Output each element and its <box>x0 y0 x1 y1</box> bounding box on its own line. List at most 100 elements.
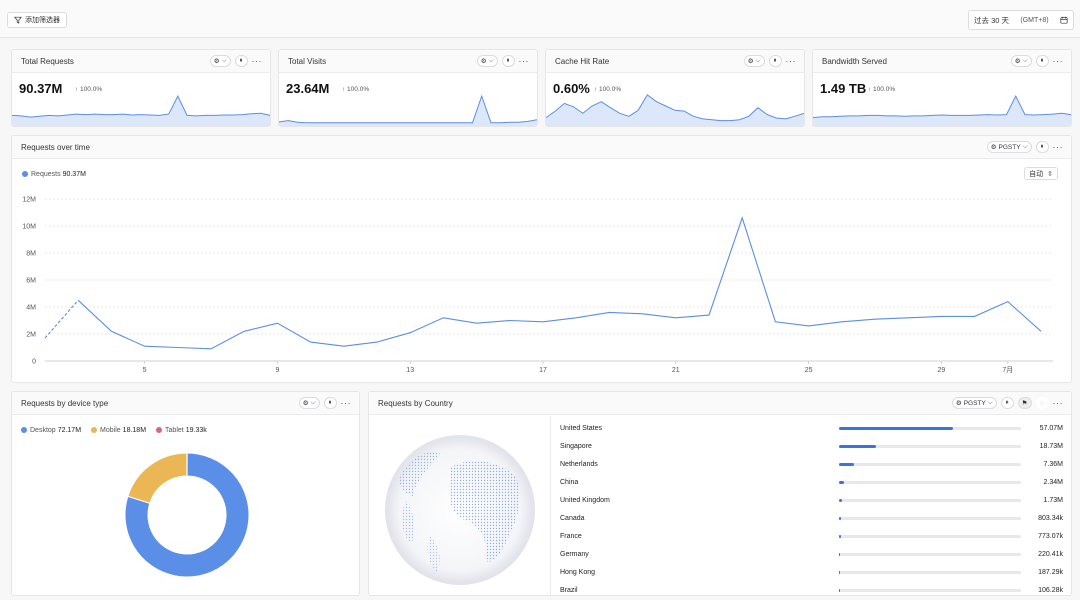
gear-dropdown-button[interactable]: ⚙ ⌵ <box>298 397 320 409</box>
more-options-icon[interactable]: ··· <box>519 56 530 66</box>
country-bar-track <box>839 426 1021 430</box>
y-tick-label: 12M <box>22 197 36 204</box>
gear-icon: ⚙ <box>1014 58 1021 65</box>
country-row[interactable]: Hong Kong 187.29k <box>551 563 1071 581</box>
gear-dropdown-button[interactable]: ⚙ ⌵ <box>209 55 231 67</box>
more-options-icon[interactable]: ··· <box>341 398 352 408</box>
sparkline-area <box>813 96 1071 126</box>
country-card: Requests by Country ⚙ PGSTY ⌵ ⏸ ⚑ ◌ ··· Un… <box>368 391 1072 596</box>
country-bar-track <box>839 498 1021 502</box>
x-tick-label: 9 <box>275 367 279 374</box>
country-row[interactable]: Canada 803.34k <box>551 509 1071 527</box>
map-view-toggle[interactable]: ⚑ <box>1017 397 1032 409</box>
gear-icon: ⚙ <box>747 58 754 65</box>
globe-icon: ◌ <box>1040 399 1044 407</box>
more-options-icon[interactable]: ··· <box>786 56 797 66</box>
country-bar-track <box>839 480 1021 484</box>
country-row[interactable]: Brazil 106.28k <box>551 581 1071 595</box>
country-name: Germany <box>560 550 589 558</box>
sparkline <box>12 94 270 126</box>
pause-button[interactable]: ⏸ <box>768 55 782 67</box>
filter-icon <box>14 16 22 24</box>
country-row[interactable]: Netherlands 7.36M <box>551 455 1071 473</box>
x-tick-label: 21 <box>672 367 680 374</box>
country-name: Brazil <box>560 586 578 594</box>
sparkline-area <box>279 96 537 126</box>
calendar-icon <box>1060 16 1068 24</box>
region-label: PGSTY <box>998 143 1021 151</box>
gear-dropdown-button[interactable]: ⚙ ⌵ <box>743 55 765 67</box>
country-row[interactable]: China 2.34M <box>551 473 1071 491</box>
country-row[interactable]: United States 57.07M <box>551 419 1071 437</box>
country-row[interactable]: Singapore 18.73M <box>551 437 1071 455</box>
add-filter-label: 添加筛选器 <box>25 17 60 24</box>
country-bar-fill <box>839 444 877 448</box>
more-options-icon[interactable]: ··· <box>252 56 263 66</box>
pause-icon: ⏸ <box>1040 57 1044 64</box>
pause-button[interactable]: ⏸ <box>1035 55 1049 67</box>
kpi-card-cache-hit-rate: Cache Hit Rate ⚙ ⌵ ⏸ ··· 0.60% ↑ 100.0% <box>545 49 805 127</box>
country-bar-fill <box>839 588 841 592</box>
gear-dropdown-button[interactable]: ⚙ ⌵ <box>1010 55 1032 67</box>
country-bar-track <box>839 588 1021 592</box>
chevron-down-icon: ⌵ <box>1022 143 1028 150</box>
country-row[interactable]: United Kingdom 1.73M <box>551 491 1071 509</box>
country-name: France <box>560 532 582 540</box>
country-bar-track <box>839 534 1021 538</box>
chart-title: Requests by Country <box>378 398 453 408</box>
country-row[interactable]: France 773.07k <box>551 527 1071 545</box>
country-bar-track <box>839 444 1021 448</box>
more-options-icon[interactable]: ··· <box>1053 56 1064 66</box>
requests-line <box>77 216 1042 350</box>
pause-icon: ⏸ <box>506 57 510 64</box>
country-bar-fill <box>839 552 841 556</box>
more-options-icon[interactable]: ··· <box>1053 398 1064 408</box>
globe-map <box>385 435 535 585</box>
chevron-down-icon: ⌵ <box>488 57 494 64</box>
chart-title: Requests by device type <box>21 398 109 408</box>
kpi-card-total-requests: Total Requests ⚙ ⌵ ⏸ ··· 90.37M ↑ 100.0% <box>11 49 271 127</box>
pause-button[interactable]: ⏸ <box>501 55 515 67</box>
add-filter-button[interactable]: 添加筛选器 <box>7 12 67 28</box>
more-options-icon[interactable]: ··· <box>1053 142 1064 152</box>
country-table: United States 57.07M Singapore 18.73M Nether… <box>550 416 1071 595</box>
country-value: 803.34k <box>1038 514 1063 522</box>
timezone-label: (GMT+8) <box>1020 16 1049 24</box>
chevron-down-icon: ⌵ <box>310 399 316 406</box>
kpi-card-bandwidth-served: Bandwidth Served ⚙ ⌵ ⏸ ··· 1.49 TB ↑ 100.… <box>812 49 1072 127</box>
pause-button[interactable]: ⏸ <box>1035 141 1049 153</box>
sparkline-line <box>12 94 270 118</box>
country-bar-fill <box>839 462 854 466</box>
chevron-down-icon: ⌵ <box>755 57 761 64</box>
y-tick-label: 4M <box>26 305 36 312</box>
globe-view-toggle[interactable]: ◌ <box>1035 397 1049 409</box>
country-bar-track <box>839 552 1021 556</box>
region-dropdown-button[interactable]: ⚙ PGSTY ⌵ <box>986 141 1032 153</box>
pause-button[interactable]: ⏸ <box>1000 397 1014 409</box>
country-name: United Kingdom <box>560 496 610 504</box>
mobile-slice <box>127 452 188 504</box>
gear-dropdown-button[interactable]: ⚙ ⌵ <box>476 55 498 67</box>
requests-line-chart: 0 2M 4M 6M 8M 10M 12M 5 9 13 17 21 25 29 7月 <box>22 197 1053 374</box>
sparkline-area <box>12 96 270 126</box>
sparkline <box>813 94 1071 126</box>
gear-icon: ⚙ <box>302 400 309 407</box>
chevron-down-icon: ⌵ <box>1022 57 1028 64</box>
country-value: 7.36M <box>1043 460 1063 468</box>
x-tick-label: 17 <box>539 367 547 374</box>
country-bar-track <box>839 516 1021 520</box>
gear-icon: ⚙ <box>213 58 220 65</box>
country-bar-fill <box>839 534 841 538</box>
date-range-picker[interactable]: 过去 30 天 (GMT+8) <box>968 10 1074 30</box>
region-dropdown-button[interactable]: ⚙ PGSTY ⌵ <box>951 397 997 409</box>
country-row[interactable]: Germany 220.41k <box>551 545 1071 563</box>
country-bar-fill <box>839 480 844 484</box>
gear-icon: ⚙ <box>955 400 962 407</box>
requests-over-time-card: Requests over time ⚙ PGSTY ⌵ ⏸ ··· Request… <box>11 135 1072 383</box>
pause-button[interactable]: ⏸ <box>323 397 337 409</box>
sparkline-line <box>279 94 537 124</box>
country-name: Hong Kong <box>560 568 596 576</box>
pause-button[interactable]: ⏸ <box>234 55 248 67</box>
kpi-title: Total Requests <box>21 56 74 66</box>
country-name: Netherlands <box>560 460 598 468</box>
